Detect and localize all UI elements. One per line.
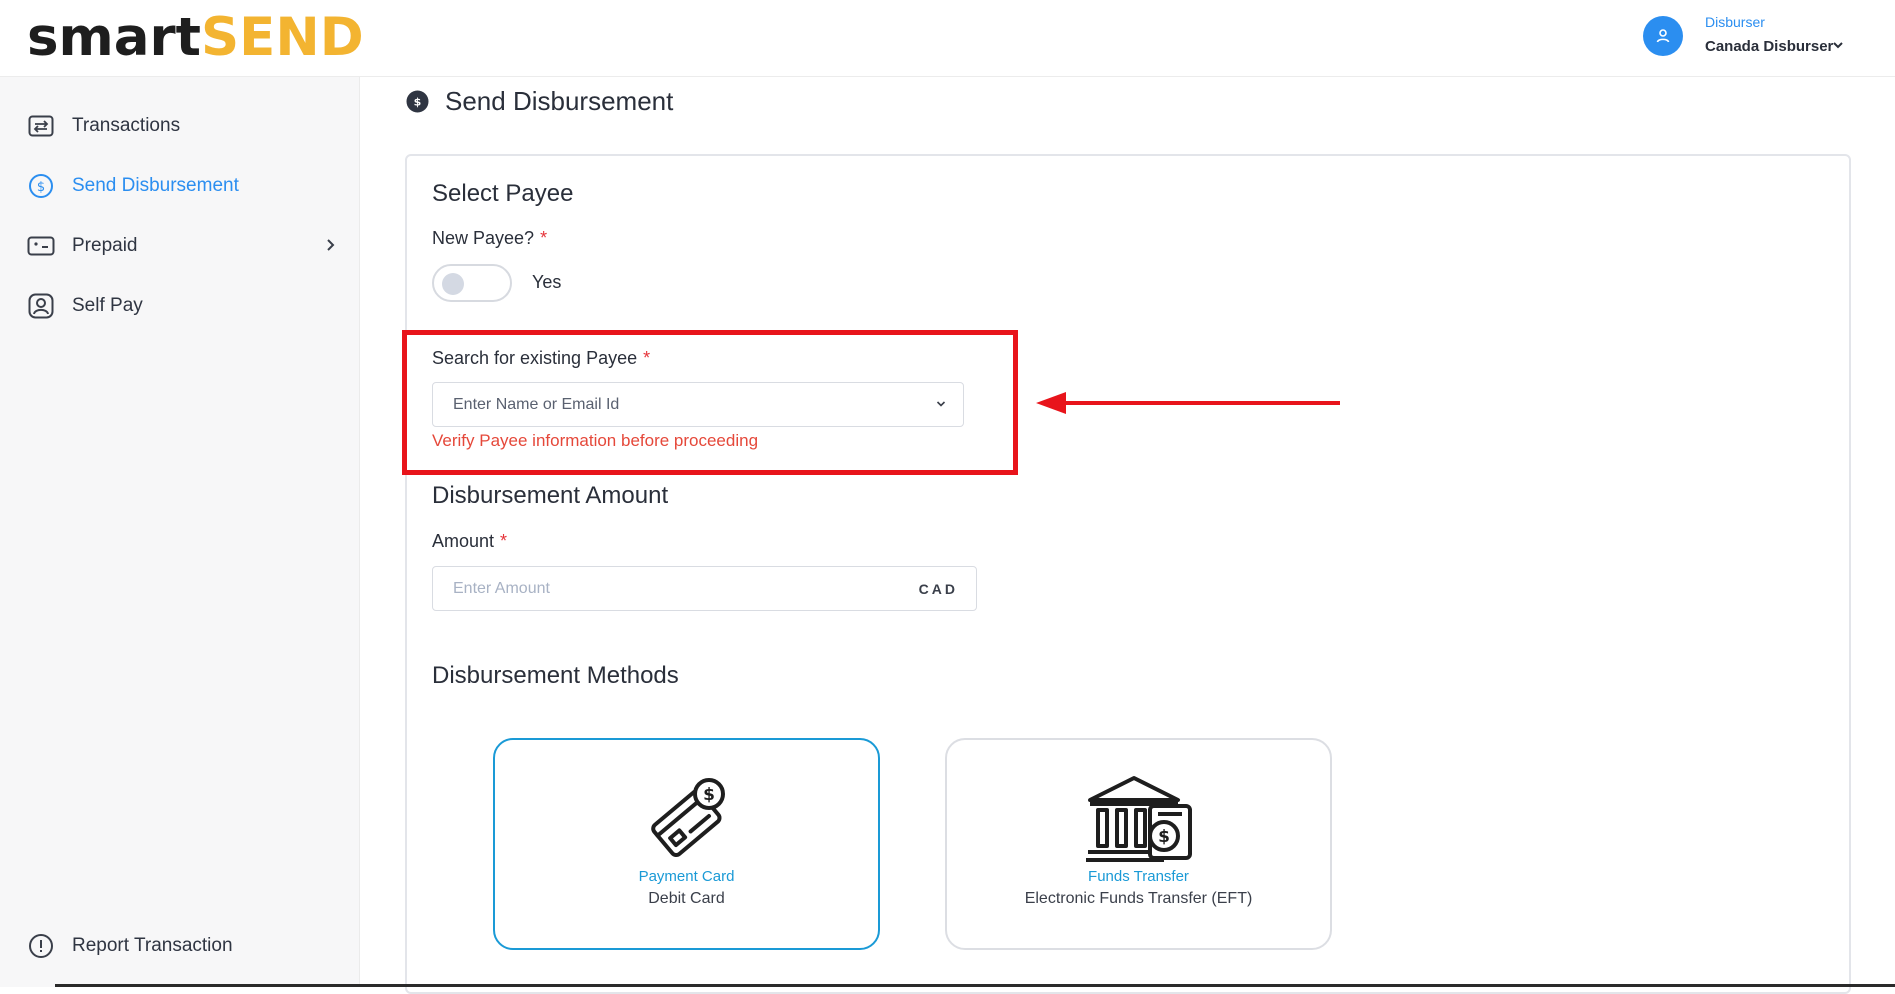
page-heading: $ Send Disbursement <box>406 86 673 117</box>
method-title: Payment Card <box>638 868 735 885</box>
new-payee-label-text: New Payee? <box>432 228 535 248</box>
new-payee-label: New Payee? * <box>432 228 547 249</box>
amount-label: Amount * <box>432 531 507 552</box>
sidebar-item-report-transaction[interactable]: Report Transaction <box>27 931 337 961</box>
dollar-circle-icon: $ <box>27 172 55 200</box>
dollar-circle-icon: $ <box>406 90 429 113</box>
transactions-icon <box>27 112 55 140</box>
amount-field: CAD <box>432 566 977 611</box>
app-logo[interactable]: smartSEND <box>27 6 364 70</box>
method-subtitle: Electronic Funds Transfer (EFT) <box>1024 890 1253 907</box>
chevron-right-icon[interactable] <box>323 237 337 253</box>
disbursement-methods-title: Disbursement Methods <box>432 662 679 689</box>
cash-icon <box>27 232 55 260</box>
sidebar-item-label: Send Disbursement <box>72 175 239 196</box>
sidebar-item-label: Self Pay <box>72 295 143 316</box>
svg-text:$: $ <box>1158 827 1170 847</box>
svg-text:$: $ <box>37 180 45 195</box>
method-subtitle: Debit Card <box>648 890 725 907</box>
annotation-arrow-icon <box>1036 392 1340 414</box>
amount-input[interactable] <box>433 567 903 610</box>
bank-transfer-icon: $ <box>1085 776 1192 862</box>
currency-label: CAD <box>918 581 958 597</box>
new-payee-toggle[interactable] <box>432 264 512 302</box>
sidebar-item-transactions[interactable]: Transactions <box>27 111 337 141</box>
sidebar-item-label: Transactions <box>72 115 181 136</box>
payment-card-icon: $ <box>650 778 725 858</box>
toggle-label: Yes <box>532 272 562 292</box>
page-title: Send Disbursement <box>445 86 674 116</box>
required-marker: * <box>540 228 548 248</box>
svg-text:$: $ <box>703 785 715 805</box>
sidebar: Transactions $ Send Disbursement Prepaid <box>0 77 360 987</box>
select-payee-title: Select Payee <box>432 180 574 207</box>
sidebar-item-self-pay[interactable]: Self Pay <box>27 291 337 321</box>
method-payment-card[interactable]: $ Payment Card Debit Card <box>493 738 880 950</box>
user-icon <box>1656 29 1670 43</box>
user-role: Disburser <box>1705 14 1765 30</box>
chevron-down-icon[interactable] <box>1831 38 1845 52</box>
user-name[interactable]: Canada Disburser <box>1705 38 1833 55</box>
user-badge-icon <box>27 292 55 320</box>
method-title: Funds Transfer <box>1088 868 1189 885</box>
sidebar-item-label: Report Transaction <box>72 935 233 956</box>
top-header: smartSEND Disburser Canada Disburser <box>0 0 1895 77</box>
required-marker: * <box>500 531 508 551</box>
logo-text-smart: smart <box>27 7 202 68</box>
disbursement-amount-title: Disbursement Amount <box>432 482 669 509</box>
sidebar-item-send-disbursement[interactable]: $ Send Disbursement <box>27 171 337 201</box>
sidebar-item-label: Prepaid <box>72 235 138 256</box>
logo-text-send: SEND <box>201 7 364 68</box>
alert-circle-icon <box>27 932 55 960</box>
method-funds-transfer[interactable]: $ Funds Transfer Electronic Funds Transf… <box>945 738 1332 950</box>
sidebar-item-prepaid[interactable]: Prepaid <box>27 231 337 261</box>
highlight-box <box>402 330 1018 475</box>
amount-label-text: Amount <box>432 531 495 551</box>
avatar[interactable] <box>1643 16 1683 56</box>
svg-text:$: $ <box>414 96 422 109</box>
toggle-knob <box>442 273 464 295</box>
